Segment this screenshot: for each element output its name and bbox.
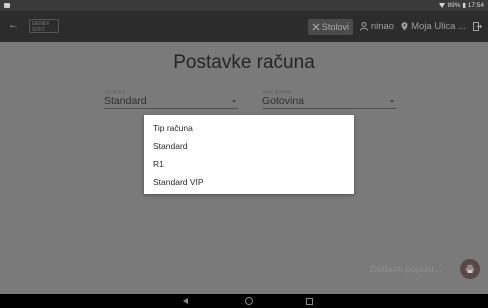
extra-discount-input[interactable]: Dodatni popust... (370, 264, 442, 275)
notification-icon (4, 3, 10, 8)
print-button[interactable] (460, 259, 480, 279)
user-button[interactable]: ninao (359, 21, 395, 32)
app-bar: ← GENEX SOFT Stolovi ninao Moja Ulica ..… (0, 11, 488, 42)
nav-home-icon[interactable] (245, 297, 253, 305)
payment-method-select[interactable]: Način plaćanja Gotovina (262, 88, 396, 109)
status-bar: 89% ▮ 17:54 (0, 0, 488, 11)
location-button[interactable]: Moja Ulica ... (401, 21, 466, 32)
logout-icon[interactable] (473, 22, 482, 31)
status-text: 89% ▮ 17:54 (447, 2, 484, 9)
tables-icon (312, 23, 320, 30)
location-pin-icon (401, 22, 408, 31)
user-icon (359, 22, 368, 31)
tables-label: Stolovi (321, 21, 349, 32)
nav-recent-apps-icon[interactable] (306, 298, 313, 305)
printer-icon (465, 264, 475, 273)
invoice-type-value[interactable]: Standard (104, 95, 238, 109)
location-label: Moja Ulica ... (411, 21, 466, 32)
menu-item-tip-racuna[interactable]: Tip računa (144, 121, 354, 139)
payment-method-value-text: Gotovina (262, 95, 305, 107)
payment-method-value[interactable]: Gotovina (262, 95, 396, 109)
payment-method-label: Način plaćanja (262, 89, 292, 94)
invoice-type-value-text: Standard (104, 95, 147, 107)
system-nav-bar (0, 294, 488, 308)
dropdown-caret-icon (390, 100, 394, 103)
tables-button[interactable]: Stolovi (307, 18, 353, 35)
menu-item-standard-vip[interactable]: Standard VIP (144, 175, 354, 193)
menu-item-standard[interactable]: Standard (144, 139, 354, 157)
status-right: 89% ▮ 17:54 (438, 0, 484, 11)
nav-back-icon[interactable] (183, 298, 188, 304)
dropdown-caret-icon (232, 100, 236, 103)
invoice-type-select[interactable]: Tip računa Standard (104, 88, 238, 109)
invoice-type-label: Tip računa (104, 89, 126, 94)
wifi-icon (438, 3, 445, 8)
menu-item-r1[interactable]: R1 (144, 157, 354, 175)
page-title: Postavke računa (173, 52, 315, 73)
user-label: ninao (370, 21, 395, 32)
app-logo: GENEX SOFT (29, 19, 59, 33)
invoice-type-dropdown-menu: Tip računa Standard R1 Standard VIP (144, 115, 354, 194)
back-arrow-icon[interactable]: ← (8, 19, 19, 31)
